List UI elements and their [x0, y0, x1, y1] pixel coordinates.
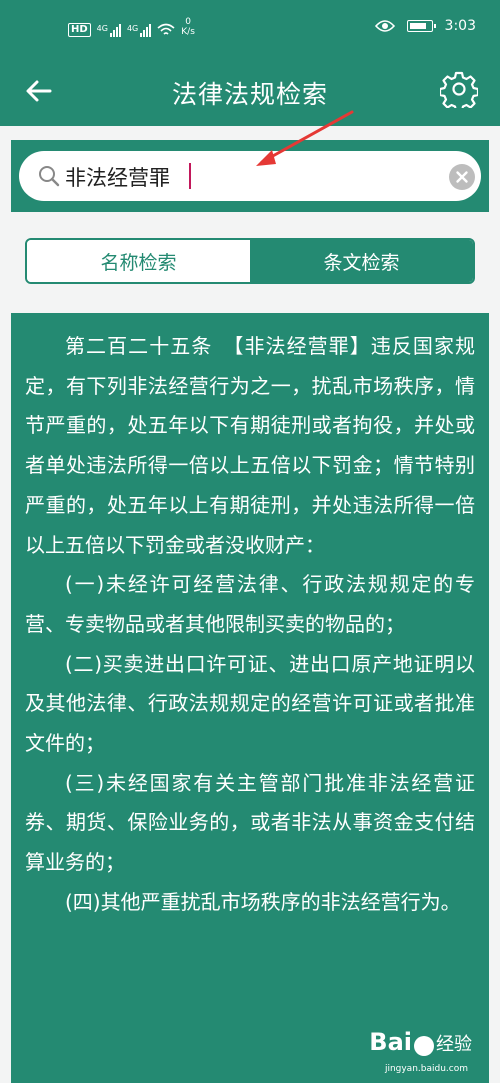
- network-type-2: 4G: [126, 24, 139, 33]
- network-type-1: 4G: [96, 24, 108, 33]
- app-bar: 法律法规检索: [0, 62, 500, 126]
- article-paragraph: (一)未经许可经营法律、行政法规规定的专营、专卖物品或者其他限制买卖的物品的；: [25, 572, 475, 636]
- watermark-brand: 经验: [436, 1034, 472, 1055]
- battery-fill: [409, 23, 426, 29]
- watermark-logo: Bai: [369, 1028, 412, 1056]
- hd-badge: HD: [68, 23, 91, 37]
- article-paragraph: 第二百二十五条 【非法经营罪】违反国家规定，有下列非法经营行为之一，扰乱市场秩序…: [25, 334, 475, 557]
- article-paragraph: (三)未经国家有关主管部门批准非法经营证券、期货、保险业务的，或者非法从事资金支…: [25, 770, 475, 875]
- speed-unit: K/s: [181, 27, 195, 37]
- search-icon: [39, 166, 60, 187]
- text-caret: [189, 163, 191, 189]
- signal-2-icon: 4G: [126, 24, 152, 37]
- signal-1-icon: 4G: [97, 24, 121, 37]
- tab-name-search[interactable]: 名称检索: [27, 240, 250, 282]
- wifi-icon: [157, 23, 175, 35]
- tab-article-search[interactable]: 条文检索: [250, 240, 473, 282]
- search-input[interactable]: [63, 158, 427, 196]
- page-title: 法律法规检索: [171, 80, 328, 109]
- speed-value: 0: [185, 17, 191, 27]
- clear-icon[interactable]: [449, 164, 475, 190]
- eye-icon: [374, 20, 395, 32]
- article-paragraph: (四)其他严重扰乱市场秩序的非法经营行为。: [65, 889, 461, 914]
- battery-icon: [406, 20, 436, 32]
- status-right: 3:03: [374, 18, 476, 34]
- article-paragraph: (二)买卖进出口许可证、进出口原产地证明以及其他法律、行政法规规定的经营许可证或…: [25, 651, 475, 756]
- clock: 3:03: [444, 18, 476, 34]
- article-content: 第二百二十五条 【非法经营罪】违反国家规定，有下列非法经营行为之一，扰乱市场秩序…: [11, 313, 489, 1083]
- watermark-url: jingyan.baidu.com: [384, 1064, 468, 1074]
- status-bar: HD 4G 4G 0 K/s 3:03: [0, 0, 500, 62]
- paw-icon: [414, 1036, 434, 1056]
- search-bar-container: [11, 140, 489, 212]
- network-speed: 0 K/s: [181, 17, 195, 37]
- search-mode-tabs: 名称检索 条文检索: [25, 238, 475, 284]
- baidu-jingyan-watermark: Bai 经验: [369, 1028, 472, 1056]
- gear-icon[interactable]: [440, 70, 478, 108]
- status-left: HD 4G 4G 0 K/s: [68, 17, 195, 37]
- search-box[interactable]: [19, 151, 481, 201]
